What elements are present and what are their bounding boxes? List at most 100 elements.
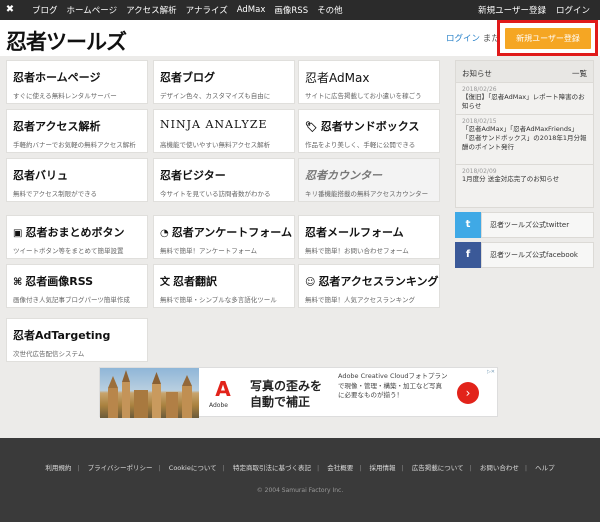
card-desc: デザイン色々、カスタマイズも自由に	[160, 92, 271, 100]
card-ninja-visitor[interactable]: 忍者ビジター 今サイトを見ている訪問者数がわかる	[153, 158, 295, 202]
card-title: 忍者AdTargeting	[13, 329, 111, 342]
card-desc: 無料で簡単！人気アクセスランキング	[305, 296, 415, 304]
translate-icon: 文	[160, 277, 170, 288]
footer-link[interactable]: お問い合わせ	[480, 464, 519, 472]
news-date: 2018/02/26	[462, 86, 497, 93]
news-panel: お知らせ 一覧 2018/02/26 【復旧】「忍者AdMax」レポート障害のお…	[455, 60, 594, 208]
twitter-label: 忍者ツールズ公式twitter	[481, 212, 594, 238]
card-desc: 画像付き人気記事ブログパーツ簡単作成	[13, 296, 130, 304]
card-ninja-sandbox[interactable]: 🏷 忍者サンドボックス 作品をより美しく、手軽に公開できる	[298, 109, 440, 153]
card-desc: すぐに使える無料レンタルサーバー	[13, 92, 117, 100]
card-title: 忍者ビジター	[160, 169, 226, 182]
card-ninja-homepage[interactable]: 忍者ホームページ すぐに使える無料レンタルサーバー	[6, 60, 148, 104]
copyright: © 2004 Samurai Factory Inc.	[256, 487, 344, 494]
card-ninja-analyze[interactable]: NINJA ANALYZE 高機能で使いやすい無料アクセス解析	[153, 109, 295, 153]
nav-homepage[interactable]: ホームページ	[67, 4, 118, 16]
register-button[interactable]: 新規ユーザー登録	[505, 28, 591, 49]
footer-link[interactable]: プライバシーポリシー	[88, 464, 153, 472]
footer-link[interactable]: 広告掲載について	[412, 464, 464, 472]
card-desc: 手軽約バナーでお気軽の無料アクセス解析	[13, 141, 136, 149]
ad-brand: Adobe	[209, 402, 228, 409]
nav-analyze[interactable]: アナライズ	[186, 4, 228, 16]
news-item[interactable]: 2018/02/26 【復旧】「忍者AdMax」レポート障害のお知らせ	[456, 83, 593, 115]
register-highlight: 新規ユーザー登録	[497, 20, 598, 56]
card-desc: 今サイトを見ている訪問者数がわかる	[160, 190, 271, 198]
card-ninja-access-ranking[interactable]: ☺ 忍者アクセスランキング 無料で簡単！人気アクセスランキング	[298, 264, 440, 308]
ad-subtext: Adobe Creative Cloudフォトプランで現像・管理・構築・加工など…	[338, 372, 448, 399]
card-ninja-adtargeting[interactable]: 忍者AdTargeting 次世代広告配信システム	[6, 318, 148, 362]
card-ninja-admax[interactable]: 忍者AdMax サイトに広告掲載してお小遣いを稼ごう	[298, 60, 440, 104]
site-logo[interactable]: 忍者ツールズ	[6, 26, 127, 56]
card-title: 文忍者翻訳	[160, 275, 217, 288]
card-title: 忍者アクセス解析	[13, 120, 101, 133]
facebook-label: 忍者ツールズ公式facebook	[481, 242, 594, 268]
card-ninja-blog[interactable]: 忍者ブログ デザイン色々、カスタマイズも自由に	[153, 60, 295, 104]
facebook-link[interactable]: f 忍者ツールズ公式facebook	[455, 242, 594, 268]
footer-link[interactable]: ヘルプ	[535, 464, 555, 472]
nav-admax[interactable]: AdMax	[237, 5, 266, 15]
card-title: 忍者ブログ	[160, 71, 215, 84]
card-desc: 高機能で使いやすい無料アクセス解析	[160, 141, 271, 149]
card-ninja-value[interactable]: 忍者バリュ 無料でアクセス制限ができる	[6, 158, 148, 202]
card-title: 忍者メールフォーム	[305, 226, 404, 239]
header-login-link[interactable]: ログイン	[446, 34, 480, 44]
footer-links: 利用規約 | プライバシーポリシー | Cookieについて | 特定商取引法に基づく…	[45, 464, 555, 472]
card-ninja-translate[interactable]: 文忍者翻訳 無料で簡単・シンプルな多言語化ツール	[153, 264, 295, 308]
news-date: 2018/02/15	[462, 118, 497, 125]
footer-link[interactable]: 会社概要	[327, 464, 353, 472]
twitter-icon: t	[455, 212, 481, 238]
card-ninja-mail-form[interactable]: 忍者メールフォーム 無料で簡単！お問い合わせフォーム	[298, 215, 440, 259]
ad-banner[interactable]: A Adobe 写真の歪みを 自動で補正 Adobe Creative Clou…	[99, 367, 498, 418]
card-ninja-share-buttons[interactable]: ▣ 忍者おまとめボタン ツイートボタン等をまとめて簡単設置	[6, 215, 148, 259]
card-ninja-survey-form[interactable]: ◔ 忍者アンケートフォーム 無料で簡単！アンケートフォーム	[153, 215, 295, 259]
news-text: 「忍者AdMax」「忍者AdMaxFriends」「忍者サンドボックス」の201…	[462, 125, 587, 151]
card-title: ☺ 忍者アクセスランキング	[305, 275, 439, 288]
pie-chart-icon: ◔	[160, 228, 169, 239]
news-all-link[interactable]: 一覧	[572, 68, 587, 79]
card-ninja-image-rss[interactable]: ⌘ 忍者画像RSS 画像付き人気記事ブログパーツ簡単作成	[6, 264, 148, 308]
card-ninja-counter[interactable]: 忍者カウンター キリ番機能搭載の無料アクセスカウンター	[298, 158, 440, 202]
card-desc: ツイートボタン等をまとめて簡単設置	[13, 247, 124, 255]
card-title: ▣ 忍者おまとめボタン	[13, 226, 125, 239]
facebook-icon: f	[455, 242, 481, 268]
news-item[interactable]: 2018/02/15 「忍者AdMax」「忍者AdMaxFriends」「忍者サ…	[456, 115, 593, 165]
ninja-star-icon[interactable]: ✖	[4, 4, 16, 16]
card-desc: 無料で簡単・シンプルな多言語化ツール	[160, 296, 277, 304]
nav-access-analysis[interactable]: アクセス解析	[126, 4, 177, 16]
footer-link[interactable]: Cookieについて	[169, 464, 217, 472]
news-text: 【復旧】「忍者AdMax」レポート障害のお知らせ	[462, 93, 585, 110]
footer-link[interactable]: 特定商取引法に基づく表記	[233, 464, 311, 472]
news-text: 1月度分 送金対応完了のお知らせ	[462, 175, 560, 183]
card-title: 忍者AdMax	[305, 71, 370, 85]
chevron-right-icon[interactable]: ›	[457, 382, 479, 404]
site-footer: 利用規約 | プライバシーポリシー | Cookieについて | 特定商取引法に基づく…	[0, 438, 600, 522]
card-desc: 無料で簡単！アンケートフォーム	[160, 247, 258, 255]
card-desc: 作品をより美しく、手軽に公開できる	[305, 141, 416, 149]
ad-headline: 写真の歪みを 自動で補正	[250, 379, 323, 409]
top-register-link[interactable]: 新規ユーザー登録	[478, 4, 546, 16]
card-ninja-access-analysis[interactable]: 忍者アクセス解析 手軽約バナーでお気軽の無料アクセス解析	[6, 109, 148, 153]
card-title: ⌘ 忍者画像RSS	[13, 275, 94, 288]
news-item[interactable]: 2018/02/09 1月度分 送金対応完了のお知らせ	[456, 165, 593, 197]
footer-link[interactable]: 利用規約	[45, 464, 71, 472]
tag-icon: 🏷	[305, 122, 318, 133]
news-date: 2018/02/09	[462, 168, 497, 175]
nav-blog[interactable]: ブログ	[32, 4, 58, 16]
ranking-icon: ☺	[305, 277, 316, 288]
feed-icon: ⌘	[13, 277, 23, 288]
top-login-link[interactable]: ログイン	[556, 4, 590, 16]
twitter-link[interactable]: t 忍者ツールズ公式twitter	[455, 212, 594, 238]
card-title: NINJA ANALYZE	[160, 118, 268, 131]
card-desc: サイトに広告掲載してお小遣いを稼ごう	[305, 92, 422, 100]
card-title: 忍者カウンター	[305, 169, 382, 182]
top-nav-bar: ✖ ブログ ホームページ アクセス解析 アナライズ AdMax 画像RSS その…	[0, 0, 600, 20]
nav-other[interactable]: その他	[317, 4, 343, 16]
footer-link[interactable]: 採用情報	[370, 464, 396, 472]
card-title: 🏷 忍者サンドボックス	[305, 120, 420, 133]
card-title: 忍者バリュ	[13, 169, 68, 182]
ad-photo	[100, 368, 199, 418]
top-nav: ブログ ホームページ アクセス解析 アナライズ AdMax 画像RSS その他	[32, 0, 343, 20]
ad-choices-icon[interactable]: ▷✕	[487, 369, 495, 375]
card-desc: 無料で簡単！お問い合わせフォーム	[305, 247, 409, 255]
nav-image-rss[interactable]: 画像RSS	[274, 4, 308, 16]
